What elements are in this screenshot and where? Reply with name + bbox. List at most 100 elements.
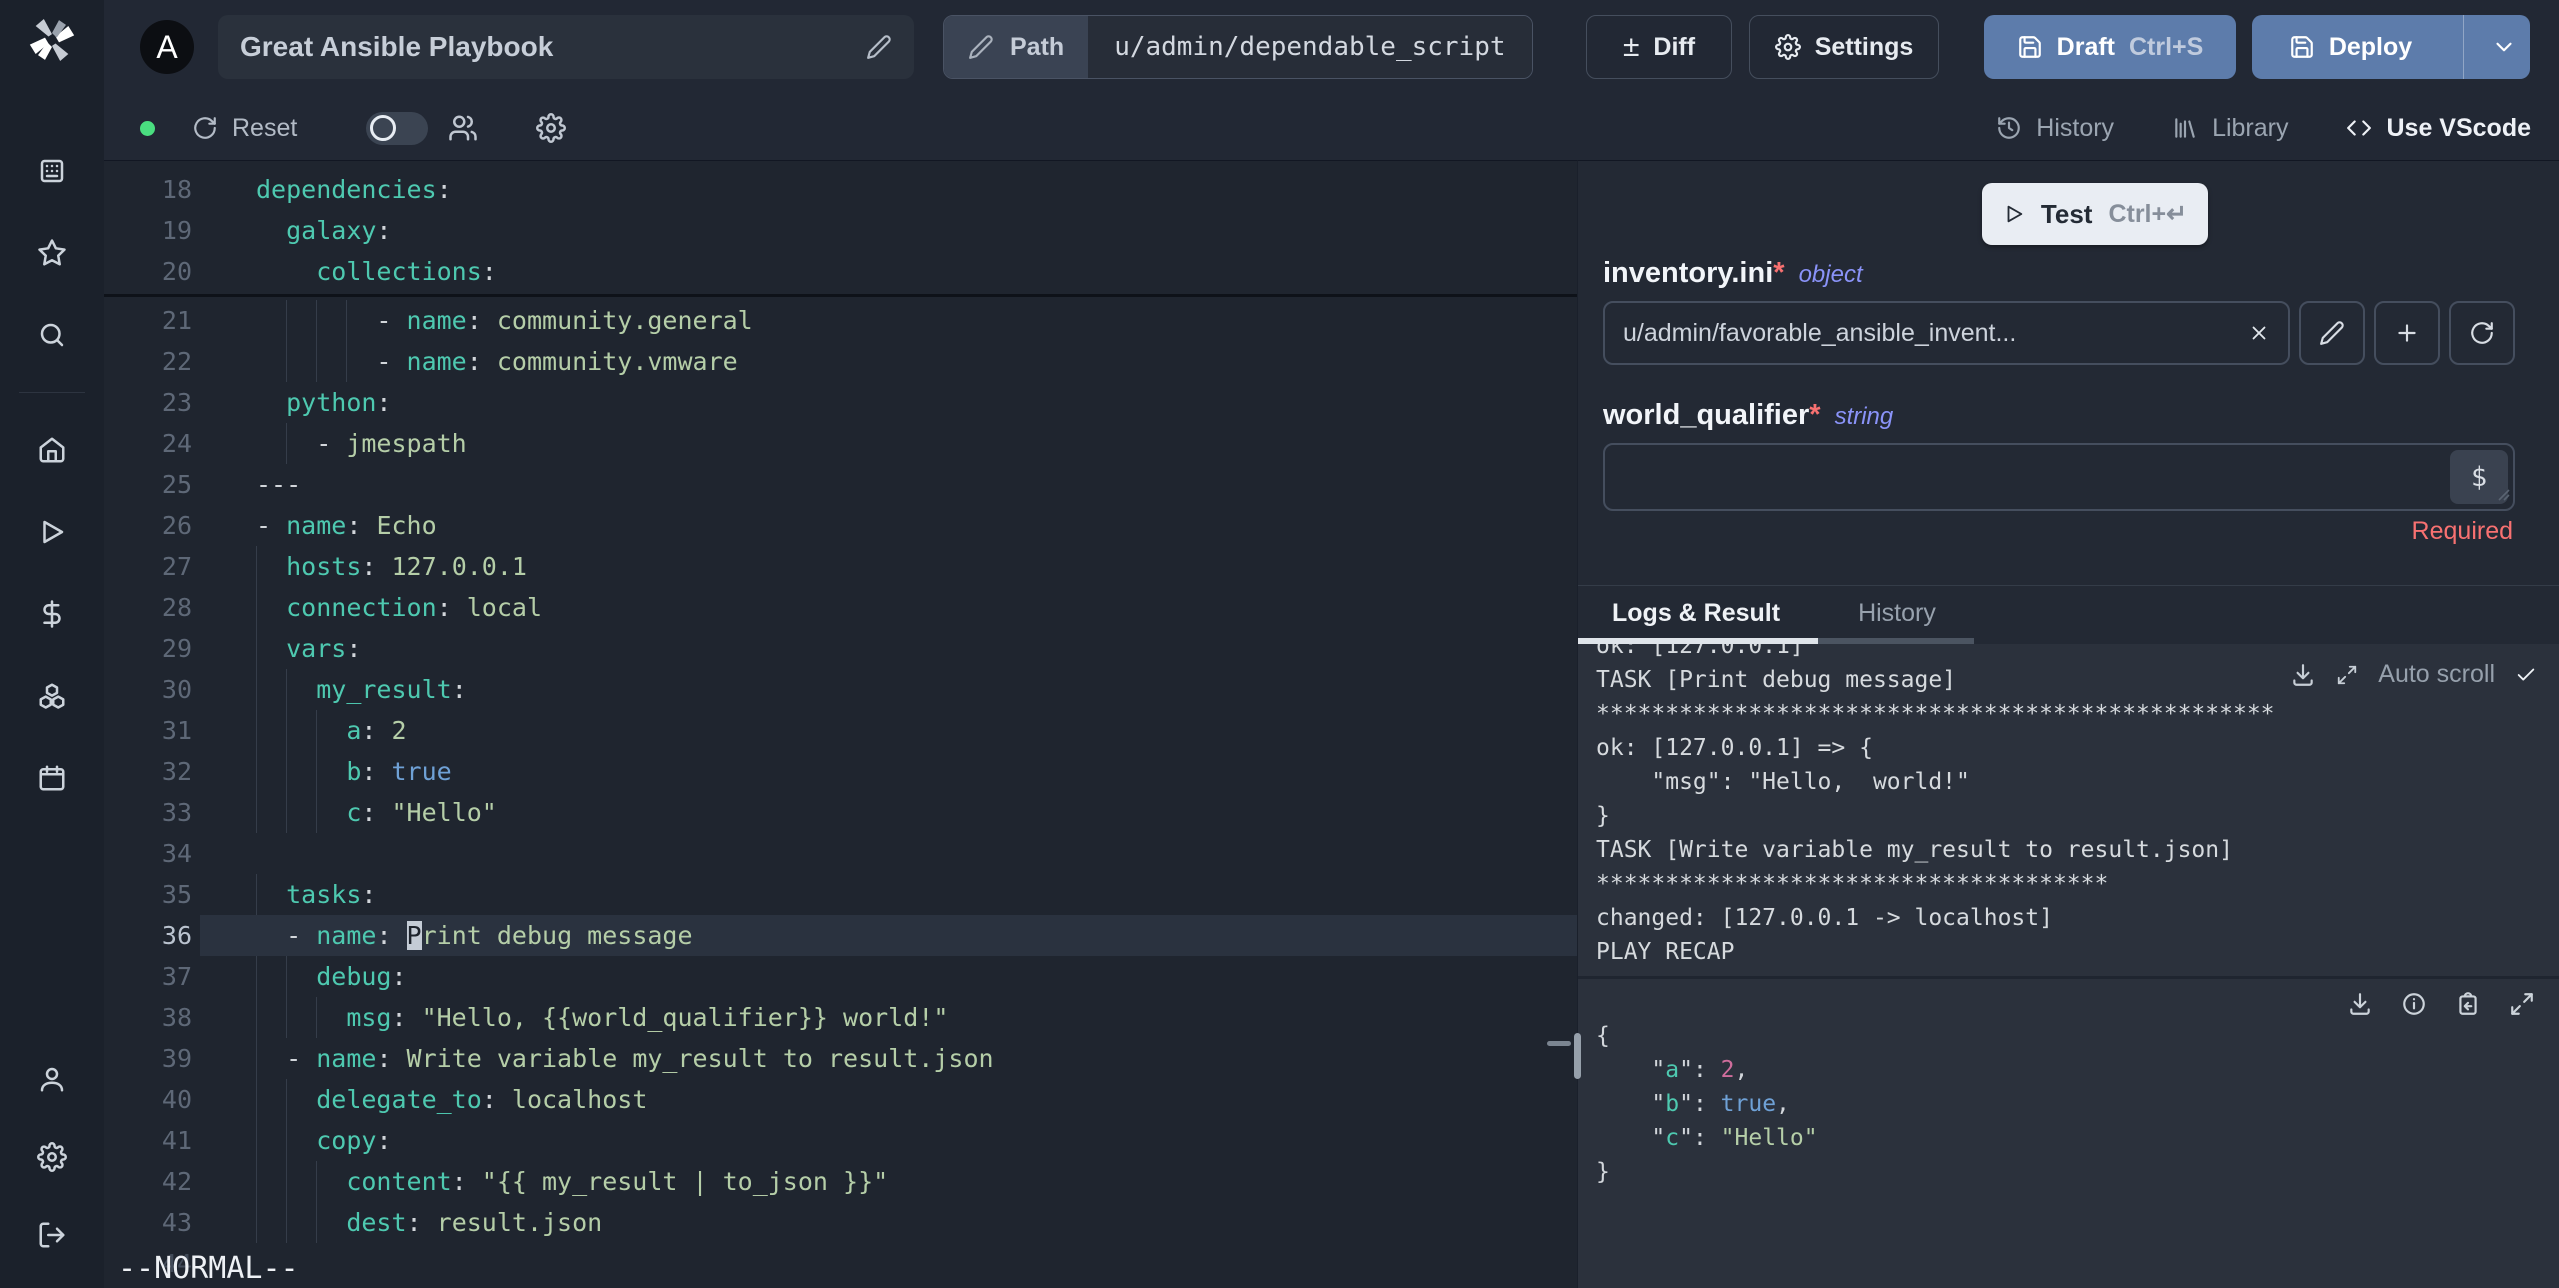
add-resource-button[interactable] (2374, 301, 2440, 365)
editor-settings-button[interactable] (536, 96, 566, 160)
draft-button[interactable]: Draft Ctrl+S (1984, 15, 2236, 79)
expand-logs-icon[interactable] (2336, 664, 2358, 686)
code-text: galaxy: (286, 216, 392, 245)
use-vscode-button[interactable]: Use VScode (2346, 114, 2531, 143)
assistant-toggle[interactable] (366, 112, 428, 145)
script-title: Great Ansible Playbook (240, 31, 554, 62)
toolbar-right: History Library Use VScode (1996, 96, 2531, 160)
sidebar-item-apps[interactable] (0, 130, 104, 212)
download-result-icon[interactable] (2347, 991, 2373, 1017)
panel-resize-handle[interactable] (1574, 1033, 1581, 1079)
code-line-21[interactable]: 21 - name: community.general (104, 300, 1577, 341)
deploy-button[interactable]: Deploy (2252, 15, 2530, 79)
code-line-19[interactable]: 19 galaxy: (104, 210, 1577, 251)
code-line-27[interactable]: 27 hosts: 127.0.0.1 (104, 546, 1577, 587)
code-line-18[interactable]: 18 dependencies: (104, 169, 1577, 210)
test-button[interactable]: Test Ctrl+↵ (1982, 183, 2208, 245)
code-line-42[interactable]: 42 content: "{{ my_result | to_json }}" (104, 1161, 1577, 1202)
code-line-33[interactable]: 33 c: "Hello" (104, 792, 1577, 833)
line-number: 19 (161, 216, 192, 245)
code-text: connection: local (286, 593, 542, 622)
code-text: - name: Print debug message (286, 921, 693, 950)
sidebar-item-settings[interactable] (0, 1118, 104, 1196)
resize-grip-icon[interactable] (2495, 486, 2511, 507)
world-qualifier-arg-label: world_qualifier * string (1603, 399, 1893, 432)
code-line-23[interactable]: 23 python: (104, 382, 1577, 423)
code-line-41[interactable]: 41 copy: (104, 1120, 1577, 1161)
download-logs-icon[interactable] (2290, 662, 2316, 688)
code-line-30[interactable]: 30 my_result: (104, 669, 1577, 710)
edit-title-icon[interactable] (866, 34, 892, 60)
required-asterisk: * (1773, 257, 1785, 289)
tab-history[interactable]: History (1858, 599, 1936, 628)
path-chip[interactable]: Path u/admin/dependable_script (943, 15, 1533, 79)
sidebar-item-search[interactable] (0, 294, 104, 376)
expand-result-icon[interactable] (2509, 991, 2535, 1017)
code-line-35[interactable]: 35 tasks: (104, 874, 1577, 915)
code-line-28[interactable]: 28 connection: local (104, 587, 1577, 628)
code-line-36[interactable]: 36 - name: Print debug message (104, 915, 1577, 956)
code-line-40[interactable]: 40 delegate_to: localhost (104, 1079, 1577, 1120)
sidebar-item-resources[interactable] (0, 655, 104, 737)
code-line-31[interactable]: 31 a: 2 (104, 710, 1577, 751)
users-icon (448, 113, 478, 143)
deploy-main[interactable]: Deploy (2252, 33, 2449, 62)
refresh-resource-button[interactable] (2449, 301, 2515, 365)
code-text: dependencies: (256, 175, 452, 204)
script-title-input[interactable]: Great Ansible Playbook (218, 15, 914, 79)
result-tabs: Logs & Result History (1612, 599, 1936, 628)
result-pane[interactable]: { "a": 2, "b": true, "c": "Hello"} (1578, 976, 2559, 1288)
sidebar-item-star[interactable] (0, 212, 104, 294)
sidebar-item-user[interactable] (0, 1040, 104, 1118)
home-icon (37, 435, 67, 465)
code-text: copy: (316, 1126, 392, 1155)
line-number: 35 (161, 880, 192, 909)
deploy-dropdown[interactable] (2478, 34, 2530, 60)
log-line: ok: [127.0.0.1] => { (1596, 735, 1873, 761)
settings-button[interactable]: Settings (1749, 15, 1939, 79)
history-button[interactable]: History (1996, 114, 2114, 143)
edit-resource-button[interactable] (2299, 301, 2365, 365)
diff-button[interactable]: ± Diff (1586, 15, 1732, 79)
reset-button[interactable]: Reset (192, 96, 297, 160)
code-line-38[interactable]: 38 msg: "Hello, {{world_qualifier}} worl… (104, 997, 1577, 1038)
autoscroll-check-icon[interactable] (2515, 664, 2537, 686)
code-line-39[interactable]: 39 - name: Write variable my_result to r… (104, 1038, 1577, 1079)
copy-result-icon[interactable] (2455, 991, 2481, 1017)
windmill-logo-icon[interactable] (24, 12, 80, 68)
editor-scroll-marker[interactable] (1547, 1041, 1571, 1046)
code-line-44[interactable]: 44 (104, 1243, 1577, 1284)
draft-label: Draft (2056, 32, 2115, 61)
arg-name: inventory.ini (1603, 257, 1774, 289)
edit-path-icon[interactable] (968, 34, 994, 60)
library-button[interactable]: Library (2172, 114, 2288, 143)
info-icon[interactable] (2401, 991, 2427, 1017)
code-line-22[interactable]: 22 - name: community.vmware (104, 341, 1577, 382)
code-line-24[interactable]: 24 - jmespath (104, 423, 1577, 464)
line-number: 20 (161, 257, 192, 286)
tab-logs-result[interactable]: Logs & Result (1612, 599, 1780, 628)
ansible-logo-icon: A (140, 20, 194, 74)
code-line-37[interactable]: 37 debug: (104, 956, 1577, 997)
sidebar-item-runs[interactable] (0, 491, 104, 573)
collaborators-button[interactable] (448, 96, 478, 160)
line-number: 18 (161, 175, 192, 204)
inventory-resource-input[interactable]: u/admin/favorable_ansible_invent... (1603, 301, 2290, 365)
code-editor[interactable]: 18 dependencies: 19 galaxy: 20 collections:… (104, 160, 1577, 1288)
code-line-25[interactable]: 25 --- (104, 464, 1577, 505)
sidebar-item-schedules[interactable] (0, 737, 104, 819)
code-line-29[interactable]: 29 vars: (104, 628, 1577, 669)
world-qualifier-input[interactable]: $ (1603, 443, 2515, 511)
code-line-32[interactable]: 32 b: true (104, 751, 1577, 792)
code-line-43[interactable]: 43 dest: result.json (104, 1202, 1577, 1243)
code-line-26[interactable]: 26 - name: Echo (104, 505, 1577, 546)
sidebar-item-variables[interactable] (0, 573, 104, 655)
line-number: 39 (161, 1044, 192, 1073)
sidebar-item-home[interactable] (0, 409, 104, 491)
code-line-20[interactable]: 20 collections: (104, 251, 1577, 292)
sidebar-item-logout[interactable] (0, 1196, 104, 1274)
log-pane[interactable]: ok: [127.0.0.1] TASK [Print debug message… (1578, 644, 2559, 976)
line-number: 36 (161, 921, 192, 950)
clear-icon[interactable] (2248, 322, 2270, 344)
code-line-34[interactable]: 34 (104, 833, 1577, 874)
